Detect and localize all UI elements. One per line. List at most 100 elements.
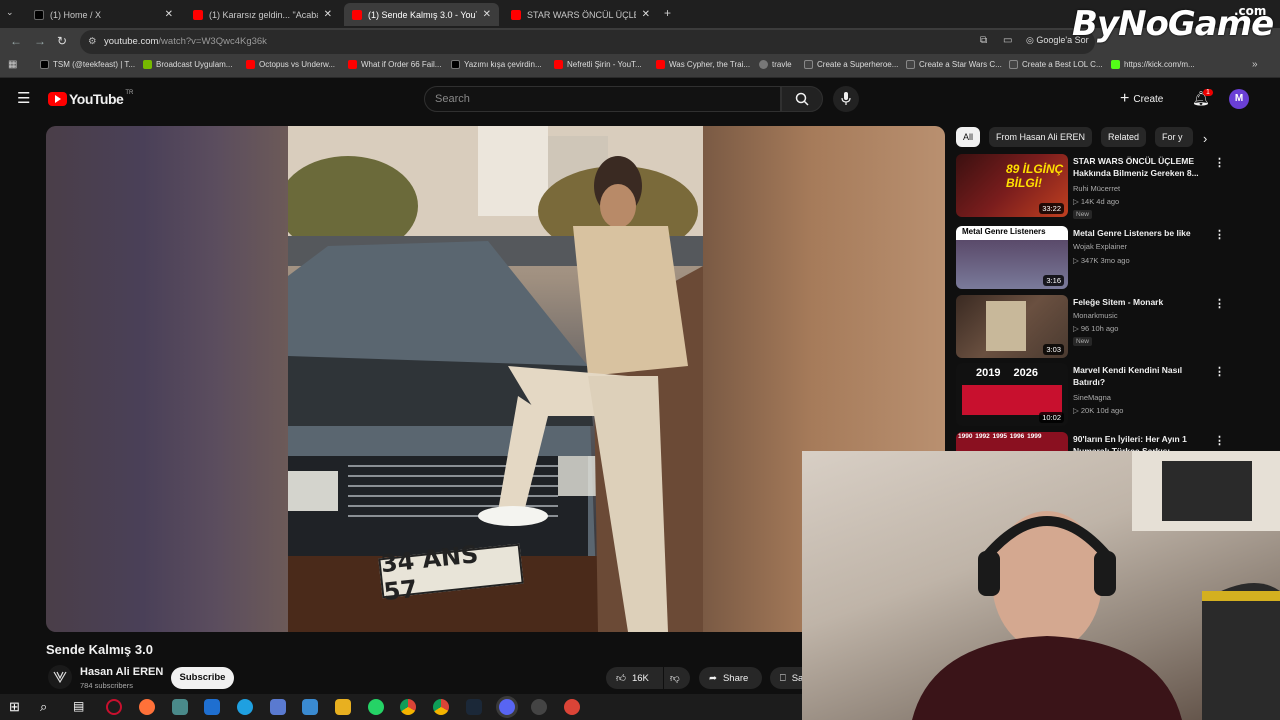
more-options-icon[interactable]: ⋮	[1214, 156, 1225, 169]
like-button[interactable]: 👍︎ 16K	[606, 667, 663, 689]
edge-icon[interactable]	[237, 699, 253, 715]
recommendation-item[interactable]: 1990 1992 1995 1996 1999 90'ların En İyi…	[956, 432, 1226, 451]
close-tab-icon[interactable]: ✕	[165, 9, 173, 20]
whatsapp-icon[interactable]	[368, 699, 384, 715]
voice-search-button[interactable]	[833, 86, 859, 112]
new-tab-icon[interactable]: +	[664, 6, 671, 20]
bookmark-item[interactable]: Create a Superheroe...	[804, 60, 898, 69]
forward-icon[interactable]: →	[34, 34, 46, 48]
search-input[interactable]: Search	[424, 86, 781, 112]
tab-sende-kalmis[interactable]: (1) Sende Kalmış 3.0 - YouTube ✕	[344, 3, 499, 26]
chevron-right-icon[interactable]: ›	[1203, 131, 1207, 146]
task-view-icon[interactable]: ▤	[73, 699, 84, 713]
back-icon[interactable]: ←	[10, 34, 22, 48]
plus-icon: +	[1120, 90, 1130, 107]
chip-from-channel[interactable]: From Hasan Ali EREN	[989, 127, 1093, 147]
close-tab-icon[interactable]: ✕	[324, 9, 332, 20]
file-explorer-icon[interactable]	[335, 699, 351, 715]
close-tab-icon[interactable]: ✕	[642, 9, 650, 20]
page-icon	[804, 60, 813, 69]
windows-start-icon[interactable]: ⊞	[9, 699, 20, 715]
bynogame-watermark-suffix: .com	[1234, 4, 1267, 18]
opera-icon[interactable]	[106, 699, 122, 715]
recommendation-item[interactable]: 3:03 Feleğe Sitem - Monark Monarkmusic ▷…	[956, 295, 1226, 359]
recommendation-channel: Monarkmusic	[1073, 311, 1118, 320]
new-badge: New	[1073, 210, 1093, 219]
bookmark-item[interactable]: What if Order 66 Fail...	[348, 60, 441, 69]
tab-twitter[interactable]: (1) Home / X ✕	[26, 3, 181, 26]
channel-name[interactable]: Hasan Ali EREN	[80, 666, 163, 678]
discord-icon[interactable]	[499, 699, 515, 715]
app-icon[interactable]	[270, 699, 286, 715]
dislike-button[interactable]: 👎︎	[664, 667, 690, 689]
bookmark-item[interactable]: Create a Best LOL C...	[1009, 60, 1103, 69]
search-icon[interactable]: ⌕	[40, 699, 47, 715]
subscriber-count: 784 subscribers	[80, 681, 133, 690]
tiktok-icon	[451, 60, 460, 69]
reload-icon[interactable]: ↻	[57, 34, 67, 48]
travle-icon	[759, 60, 768, 69]
bookmark-item[interactable]: Broadcast Uygulam...	[143, 60, 232, 69]
bookmark-item[interactable]: Octopus vs Underw...	[246, 60, 335, 69]
bookmark-item[interactable]: travle	[759, 60, 792, 69]
youtube-logo[interactable]: YouTube TR	[48, 90, 133, 107]
chrome-icon[interactable]	[433, 699, 449, 715]
chrome-icon[interactable]	[564, 699, 580, 715]
close-tab-icon[interactable]: ✕	[483, 9, 491, 20]
recommendation-item[interactable]: Metal Genre Listeners 3:16 Metal Genre L…	[956, 226, 1226, 290]
bookmark-item[interactable]: Was Cypher, the Trai...	[656, 60, 750, 69]
tab-kararsiz[interactable]: (1) Kararsız geldin... "Acaba ne ✕	[185, 3, 340, 26]
translate-icon[interactable]: ⧉	[980, 35, 987, 46]
notification-badge: 1	[1203, 89, 1213, 96]
chrome-icon[interactable]	[400, 699, 416, 715]
video-thumbnail: 2019 2026 10:02	[956, 363, 1068, 426]
more-options-icon[interactable]: ⋮	[1214, 297, 1225, 310]
subscribe-button[interactable]: Subscribe	[171, 667, 234, 689]
cast-icon[interactable]: ▭	[1003, 35, 1012, 46]
app-icon[interactable]	[302, 699, 318, 715]
save-button[interactable]: ⎕ Sa	[770, 667, 803, 689]
bookmark-item[interactable]: https://kick.com/m...	[1111, 60, 1195, 69]
page-icon	[1009, 60, 1018, 69]
address-bar[interactable]: ⚙ youtube.com/watch?v=W3Qwc4Kg36k	[80, 30, 1095, 54]
share-button[interactable]: ➦ Share	[699, 667, 762, 689]
menu-icon[interactable]: ☰	[17, 89, 30, 107]
youtube-favicon-icon	[554, 60, 563, 69]
more-options-icon[interactable]: ⋮	[1214, 365, 1225, 378]
recommendation-item[interactable]: 89 İLGİNÇ BİLGİ! 33:22 STAR WARS ÖNCÜL Ü…	[956, 154, 1226, 219]
firefox-icon[interactable]	[139, 699, 155, 715]
more-options-icon[interactable]: ⋮	[1214, 228, 1225, 241]
account-avatar[interactable]: M	[1229, 89, 1249, 109]
youtube-header: ☰ YouTube TR Search + Create 🔔︎ 1 M	[0, 78, 1280, 120]
obs-icon[interactable]	[531, 699, 547, 715]
tab-search-icon[interactable]: ⌄	[6, 7, 14, 18]
more-bookmarks-icon[interactable]: »	[1252, 59, 1258, 70]
recommendation-item[interactable]: 2019 2026 10:02 Marvel Kendi Kendini Nas…	[956, 363, 1226, 427]
chip-for-you[interactable]: For y	[1155, 127, 1193, 147]
recommendation-channel: Wojak Explainer	[1073, 242, 1128, 251]
video-thumbnail: Metal Genre Listeners 3:16	[956, 226, 1068, 289]
more-options-icon[interactable]: ⋮	[1214, 434, 1225, 447]
tab-star-wars[interactable]: STAR WARS ÖNCÜL ÜÇLEME H ✕	[503, 3, 658, 26]
recommendation-channel: Ruhi Mücerret	[1073, 184, 1121, 193]
bookmark-item[interactable]: Create a Star Wars C...	[906, 60, 1002, 69]
recommendation-channel: SineMagna	[1073, 393, 1111, 402]
search-button[interactable]	[781, 86, 823, 112]
marvel-logo	[962, 385, 1062, 415]
bookmark-item[interactable]: Nefretli Şirin - YouT...	[554, 60, 642, 69]
store-icon[interactable]	[204, 699, 220, 715]
chip-all[interactable]: All	[956, 127, 981, 147]
site-info-icon[interactable]: ⚙	[88, 30, 97, 54]
channel-avatar[interactable]	[48, 665, 72, 689]
recommendation-title: Feleğe Sitem - Monark	[1073, 297, 1164, 307]
license-plate: 34 ANS 57	[378, 540, 524, 606]
steam-icon[interactable]	[466, 699, 482, 715]
bookmark-item[interactable]: TSM (@teekfeast) | T...	[40, 60, 135, 69]
paper-image	[986, 301, 1026, 351]
apps-grid-icon[interactable]: ▦	[8, 59, 17, 70]
chip-related[interactable]: Related	[1101, 127, 1147, 147]
kick-icon	[1111, 60, 1120, 69]
bookmark-item[interactable]: Yazımı kışa çevirdin...	[451, 60, 542, 69]
create-button[interactable]: + Create	[1120, 88, 1163, 110]
app-icon[interactable]	[172, 699, 188, 715]
